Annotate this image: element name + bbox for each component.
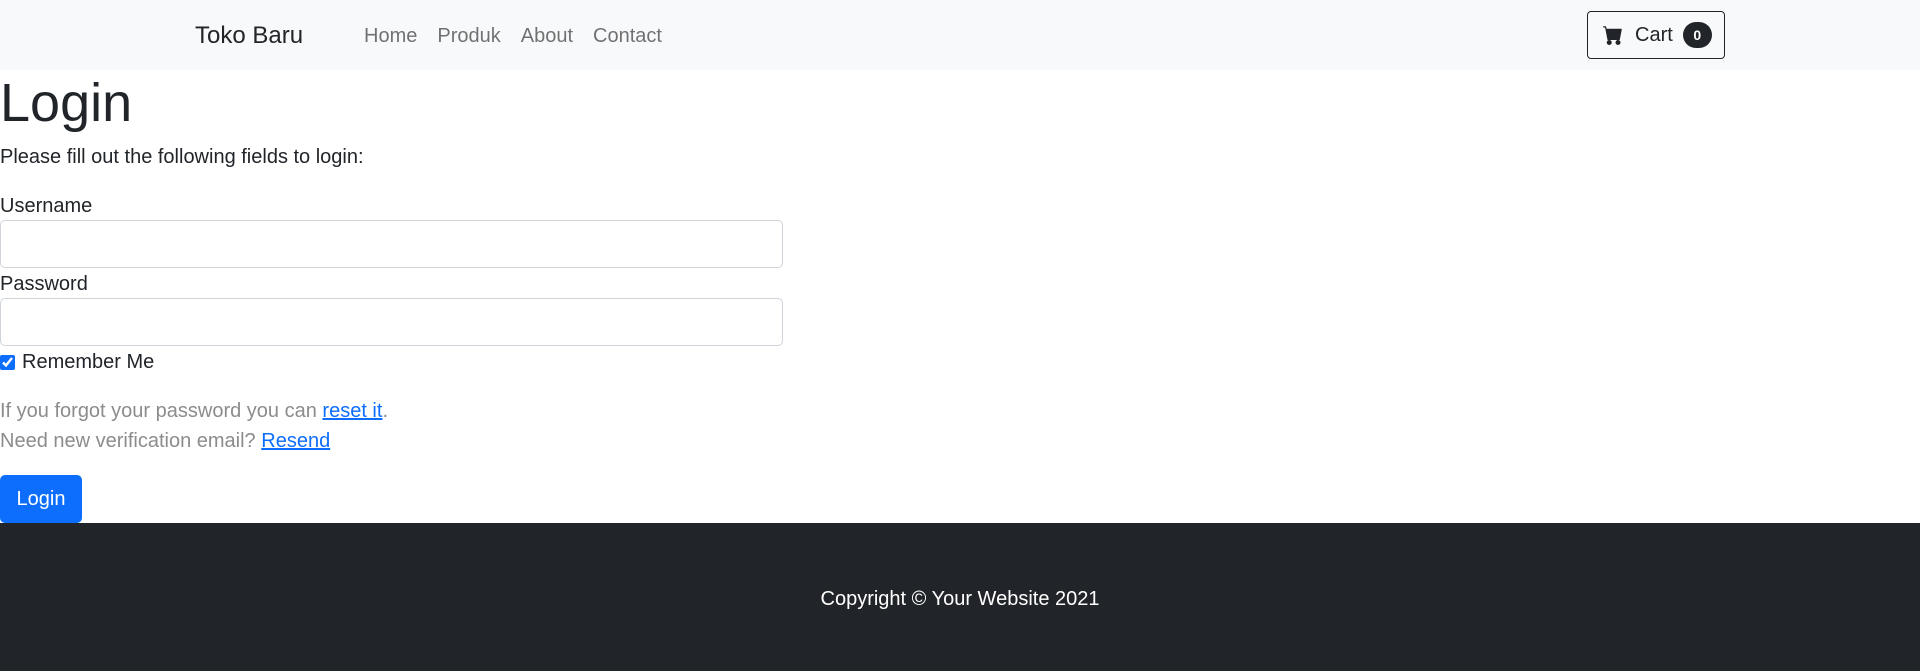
- login-button[interactable]: Login: [0, 475, 82, 523]
- nav-link-contact[interactable]: Contact: [593, 22, 662, 50]
- nav-links: Home Produk About Contact: [364, 22, 662, 50]
- remember-me-row: Remember Me: [0, 349, 154, 375]
- page-title: Login: [0, 73, 133, 133]
- forgot-password-suffix: .: [382, 400, 388, 422]
- reset-password-link[interactable]: reset it: [322, 400, 382, 422]
- nav-link-about[interactable]: About: [521, 22, 573, 50]
- forgot-password-text: If you forgot your password you can rese…: [0, 397, 388, 425]
- cart-button[interactable]: Cart 0: [1587, 11, 1725, 59]
- password-label: Password: [0, 273, 88, 295]
- remember-me-checkbox[interactable]: [0, 354, 15, 370]
- brand-link[interactable]: Toko Baru: [195, 20, 303, 52]
- navbar: Toko Baru Home Produk About Contact Cart…: [0, 0, 1920, 70]
- nav-link-produk[interactable]: Produk: [437, 22, 500, 50]
- footer-copyright: Copyright © Your Website 2021: [820, 588, 1100, 610]
- nav-link-home[interactable]: Home: [364, 22, 417, 50]
- login-instructions: Please fill out the following fields to …: [0, 146, 364, 168]
- cart-count-badge: 0: [1682, 22, 1712, 48]
- footer: Copyright © Your Website 2021: [0, 523, 1920, 671]
- remember-me-label[interactable]: Remember Me: [22, 349, 154, 375]
- cart-label: Cart: [1635, 23, 1673, 46]
- username-label: Username: [0, 195, 93, 217]
- resend-prefix: Need new verification email?: [0, 430, 262, 452]
- resend-verification-link[interactable]: Resend: [261, 430, 330, 452]
- password-input[interactable]: [0, 298, 783, 346]
- resend-verification-text: Need new verification email? Resend: [0, 427, 330, 455]
- forgot-password-prefix: If you forgot your password you can: [0, 400, 323, 422]
- shopping-cart-icon: [1603, 26, 1622, 45]
- username-input[interactable]: [0, 220, 783, 268]
